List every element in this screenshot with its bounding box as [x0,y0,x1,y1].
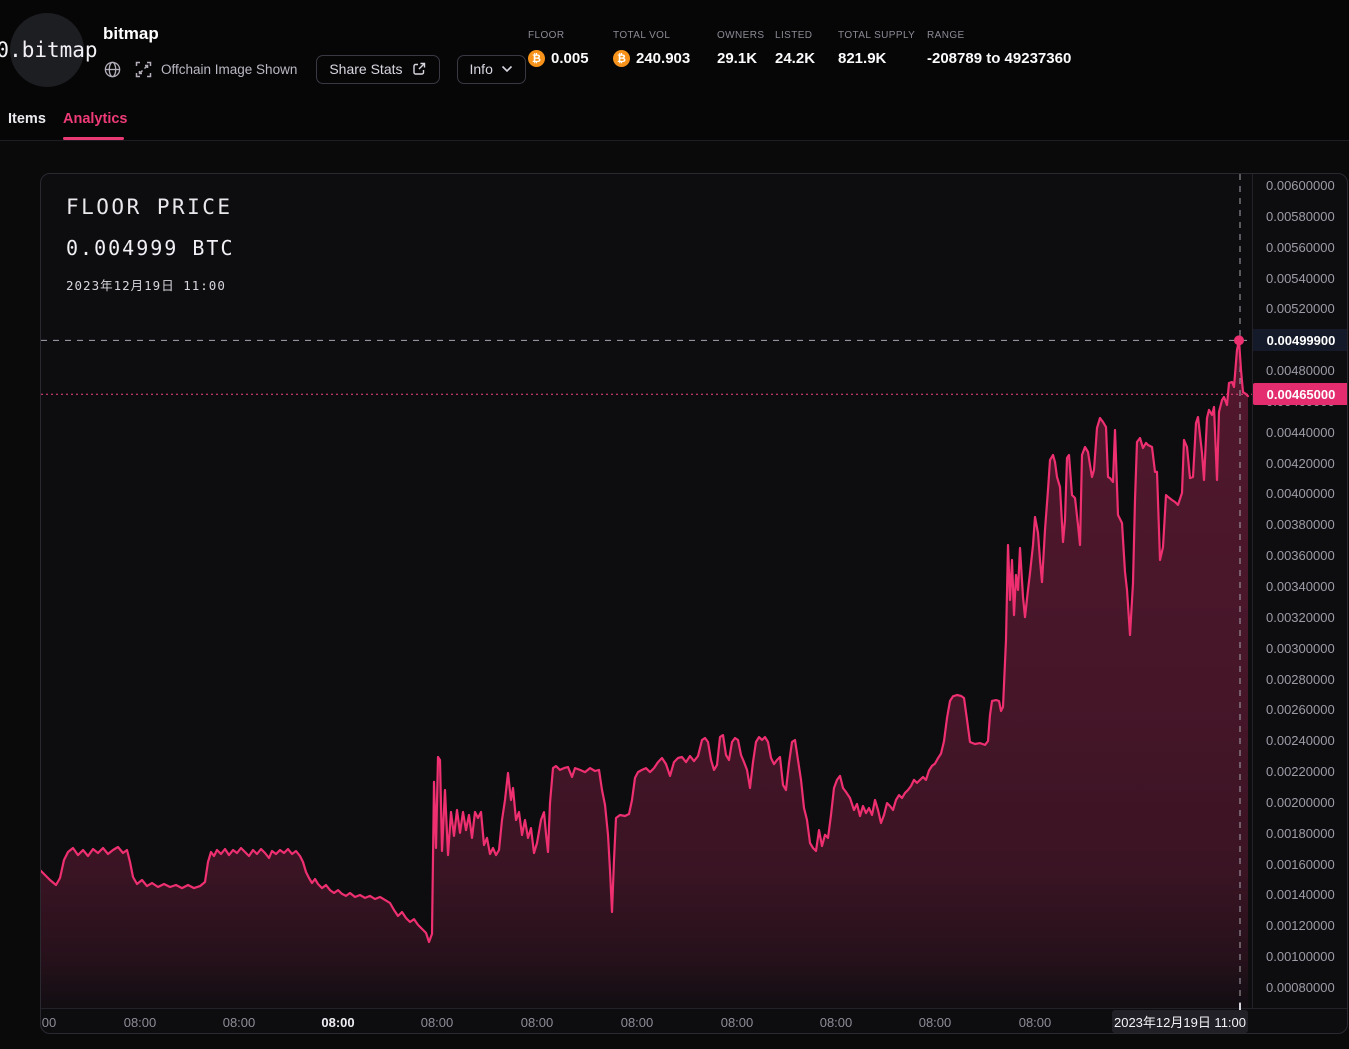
y-axis-tick: 0.00340000 [1266,579,1335,595]
x-axis-tick: 08:00 [321,1015,354,1030]
peak-point-marker [1234,335,1244,345]
stat-total-supply-label: TOTAL SUPPLY [838,30,915,41]
y-axis-tick: 0.00240000 [1266,733,1335,749]
y-axis-tick: 0.00180000 [1266,826,1335,842]
share-stats-label: Share Stats [329,61,402,77]
x-axis-tick: 08:00 [1019,1015,1052,1030]
tab-items[interactable]: Items [8,111,46,127]
y-axis-tick: 0.00420000 [1266,456,1335,472]
chart-price-value: 0.004999 BTC [66,236,235,260]
collection-title: bitmap [103,24,159,44]
x-axis-tick: 08:00 [223,1015,256,1030]
share-export-icon [411,61,427,77]
y-axis-tick: 0.00380000 [1266,517,1335,533]
y-axis-tick: 0.00200000 [1266,795,1335,811]
crosshair-axis-tick [1239,1003,1241,1010]
stat-total-vol-value: 240.903 [636,50,690,67]
stat-floor-value: 0.005 [551,50,589,67]
stat-total-supply: TOTAL SUPPLY 821.9K [838,30,915,67]
x-axis-tick: 08:00 [40,1015,56,1030]
y-axis-tick: 0.00480000 [1266,363,1335,379]
x-axis-tick: 08:00 [919,1015,952,1030]
stat-range: RANGE -208789 to 49237360 [927,30,1071,67]
x-axis-tick: 08:00 [521,1015,554,1030]
y-axis-tick: 0.00160000 [1266,857,1335,873]
floor-price-chart[interactable] [41,174,1252,1008]
x-axis-separator [41,1008,1347,1009]
chart-title: FLOOR PRICE [66,195,235,219]
y-axis-tick: 0.00260000 [1266,702,1335,718]
x-axis-tick: 08:00 [421,1015,454,1030]
y-axis-tick: 0.00300000 [1266,641,1335,657]
collection-avatar: 0.bitmap [10,13,84,87]
chevron-down-icon [501,65,513,73]
info-label: Info [470,61,493,77]
info-button[interactable]: Info [457,55,526,84]
y-axis-tick: 0.00100000 [1266,949,1335,965]
price-area-fill [41,340,1248,1008]
stat-total-supply-value: 821.9K [838,50,886,67]
collection-header: 0.bitmap bitmap Offchain Image Shown Sha… [0,0,1349,141]
tab-analytics[interactable]: Analytics [63,111,127,127]
stat-listed-label: LISTED [775,30,815,41]
stat-owners: OWNERS 29.1K [717,30,764,67]
stat-floor-label: FLOOR [528,30,589,41]
x-axis-tick: 08:00 [621,1015,654,1030]
y-axis-tick: 0.00220000 [1266,764,1335,780]
x-axis-tick: 08:00 [721,1015,754,1030]
collection-meta-row: Offchain Image Shown Share Stats Info [103,54,526,84]
y-axis-tick: 0.00120000 [1266,918,1335,934]
crosshair-price-label: 0.00499900 [1253,329,1348,351]
y-axis-tick: 0.00080000 [1266,980,1335,996]
y-axis-tick: 0.00140000 [1266,887,1335,903]
stat-floor: FLOOR ₿ 0.005 [528,30,589,67]
share-stats-button[interactable]: Share Stats [316,55,439,84]
stat-range-value: -208789 to 49237360 [927,50,1071,67]
y-axis-tick: 0.00600000 [1266,178,1335,194]
chart-header: FLOOR PRICE 0.004999 BTC 2023年12月19日 11:… [66,195,235,294]
stat-range-label: RANGE [927,30,1071,41]
globe-icon[interactable] [103,60,122,79]
crosshair-date-tooltip: 2023年12月19日 11:00 [1112,1010,1248,1033]
stat-total-vol-label: TOTAL VOL [613,30,690,41]
last-price-label: 0.00465000 [1253,383,1348,405]
bitcoin-icon: ₿ [613,50,630,67]
y-axis-tick: 0.00360000 [1266,548,1335,564]
stat-listed-value: 24.2K [775,50,815,67]
y-axis-tick: 0.00320000 [1266,610,1335,626]
stat-owners-value: 29.1K [717,50,757,67]
bitcoin-icon: ₿ [528,50,545,67]
chart-datetime: 2023年12月19日 11:00 [66,275,235,294]
x-axis-tick: 08:00 [124,1015,157,1030]
stat-owners-label: OWNERS [717,30,764,41]
page: 0.bitmap bitmap Offchain Image Shown Sha… [0,0,1349,1049]
avatar-text: 0.bitmap [0,38,98,62]
y-axis-tick: 0.00400000 [1266,486,1335,502]
offchain-image-label: Offchain Image Shown [161,62,297,77]
stat-listed: LISTED 24.2K [775,30,815,67]
y-axis-tick: 0.00440000 [1266,425,1335,441]
y-axis-separator [1252,174,1253,1008]
y-axis-tick: 0.00540000 [1266,271,1335,287]
y-axis-tick: 0.00520000 [1266,301,1335,317]
y-axis-tick: 0.00280000 [1266,672,1335,688]
offchain-image-icon [135,61,152,78]
x-axis-tick: 08:00 [820,1015,853,1030]
y-axis-tick: 0.00580000 [1266,209,1335,225]
stat-total-vol: TOTAL VOL ₿ 240.903 [613,30,690,67]
floor-price-chart-card: FLOOR PRICE 0.004999 BTC 2023年12月19日 11:… [40,173,1348,1034]
y-axis-tick: 0.00560000 [1266,240,1335,256]
